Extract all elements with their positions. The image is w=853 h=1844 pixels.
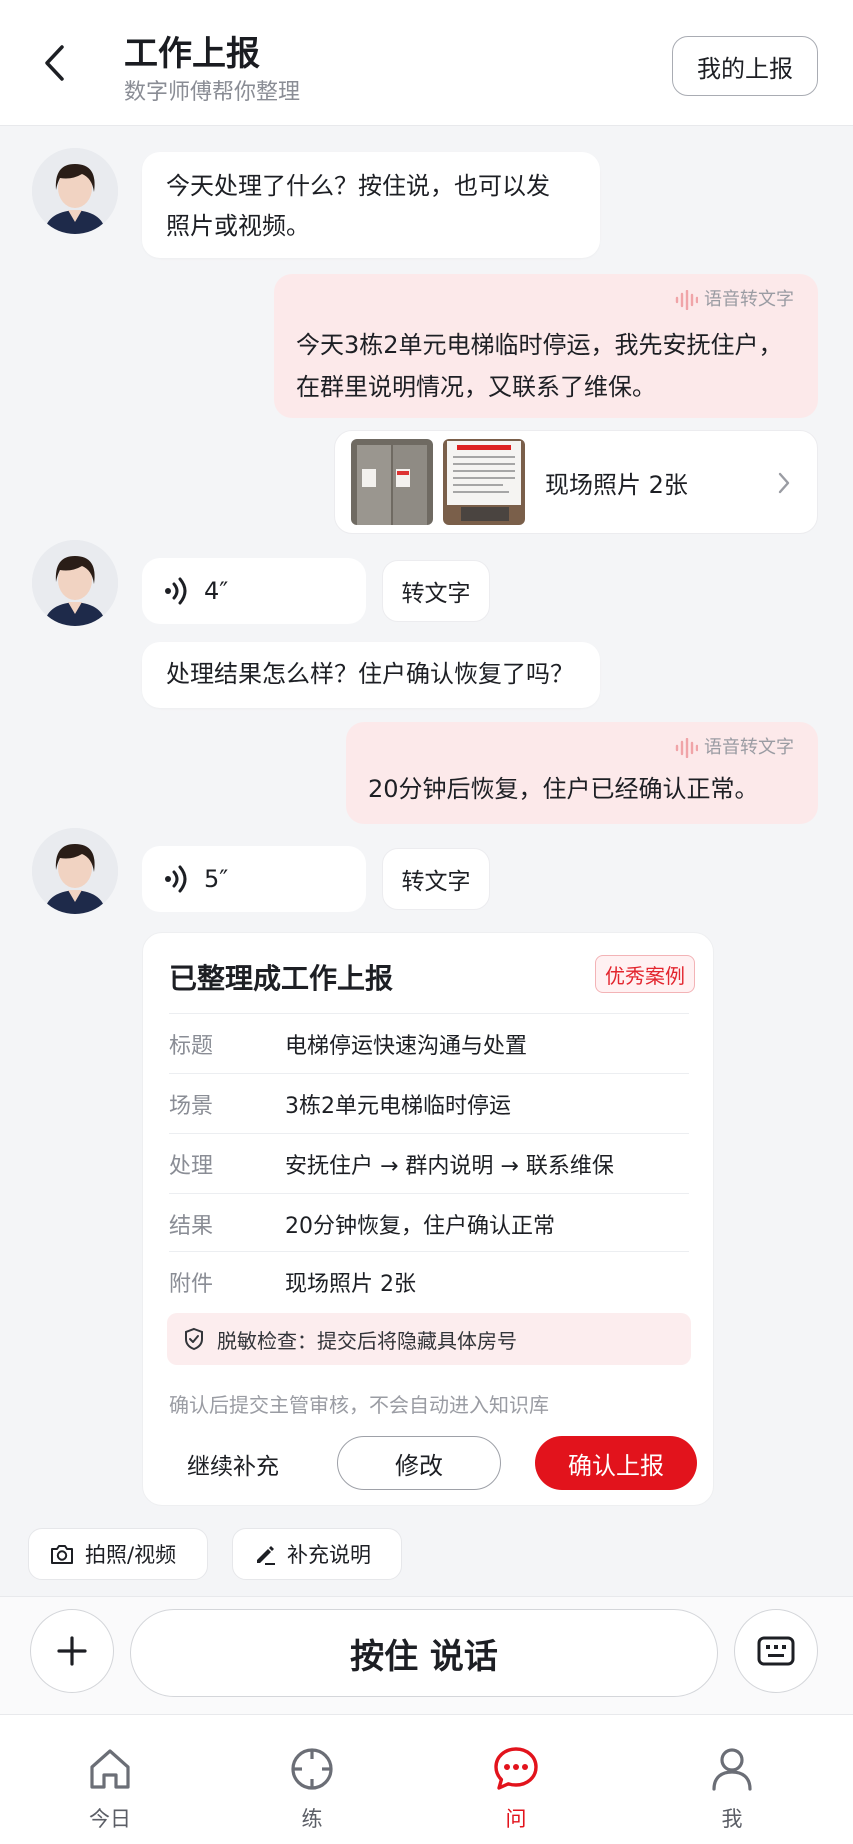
review-note: 确认后提交主管审核，不会自动进入知识库	[169, 1393, 549, 1417]
photo-count-label: 现场照片 2张	[545, 471, 688, 499]
to-text-button[interactable]: 转文字	[382, 848, 490, 910]
to-text-button[interactable]: 转文字	[382, 560, 490, 622]
continue-supplement-button[interactable]: 继续补充	[163, 1437, 303, 1491]
row-value: 现场照片 2张	[285, 1272, 416, 1297]
card-title: 已整理成工作上报	[169, 962, 394, 995]
assistant-message: 今天处理了什么？按住说，也可以发 照片或视频。	[142, 152, 600, 258]
report-row: 场景 3栋2单元电梯临时停运	[169, 1073, 689, 1131]
excellent-case-badge: 优秀案例	[595, 955, 695, 993]
keyboard-icon	[757, 1636, 795, 1666]
user-message: 语音转文字 20分钟后恢复，住户已经确认正常。	[346, 722, 818, 824]
add-button[interactable]	[30, 1609, 114, 1693]
bottom-tab-bar: 今日 练 问 我	[0, 1714, 853, 1844]
chevron-left-icon	[45, 45, 64, 81]
report-row: 处理 安抚住户 → 群内说明 → 联系维保	[169, 1133, 689, 1191]
plus-icon	[57, 1636, 87, 1666]
report-summary-card: 已整理成工作上报 优秀案例 标题 电梯停运快速沟通与处置 场景 3栋2单元电梯临…	[142, 932, 714, 1506]
report-row: 结果 20分钟恢复，住户确认正常	[169, 1193, 689, 1251]
waveform-icon	[675, 738, 698, 758]
tab-label: 我	[721, 1807, 743, 1831]
camera-icon	[51, 1545, 73, 1564]
input-bar: 按住 说话	[0, 1596, 853, 1714]
voice-message[interactable]: 4″	[142, 558, 366, 624]
voice-to-text-label: 语音转文字	[704, 289, 794, 310]
assistant-avatar	[32, 540, 118, 626]
tab-practice[interactable]: 练	[252, 1737, 372, 1837]
assistant-avatar	[32, 148, 118, 234]
row-key: 标题	[169, 1034, 214, 1059]
user-message: 语音转文字 今天3栋2单元电梯临时停运，我先安抚住户， 在群里说明情况，又联系了…	[274, 274, 818, 418]
report-row: 附件 现场照片 2张	[169, 1251, 689, 1309]
tab-label: 练	[301, 1807, 323, 1831]
row-value: 安抚住户 → 群内说明 → 联系维保	[285, 1154, 614, 1179]
target-icon	[291, 1748, 333, 1790]
row-key: 附件	[169, 1272, 214, 1297]
voice-duration: 5″	[204, 865, 229, 893]
privacy-check-notice: 脱敏检查：提交后将隐藏具体房号	[167, 1313, 691, 1365]
pen-icon	[257, 1546, 275, 1565]
privacy-text: 脱敏检查：提交后将隐藏具体房号	[217, 1328, 517, 1353]
tab-today[interactable]: 今日	[50, 1737, 170, 1837]
message-text: 处理结果怎么样？住户确认恢复了吗？	[166, 660, 574, 688]
keyboard-button[interactable]	[734, 1609, 818, 1693]
hold-to-talk-button[interactable]: 按住 说话	[130, 1609, 718, 1697]
report-row: 标题 电梯停运快速沟通与处置	[169, 1013, 689, 1071]
edit-button[interactable]: 修改	[337, 1436, 501, 1490]
user-icon	[712, 1748, 752, 1791]
supplement-note-chip[interactable]: 补充说明	[232, 1528, 402, 1580]
chip-label: 拍照/视频	[85, 1543, 177, 1567]
assistant-message: 处理结果怎么样？住户确认恢复了吗？	[142, 642, 600, 708]
row-value: 20分钟恢复，住户确认正常	[285, 1214, 555, 1239]
chip-label: 补充说明	[287, 1543, 371, 1567]
page-title: 工作上报	[124, 34, 260, 74]
home-icon	[90, 1749, 130, 1789]
page-subtitle: 数字师傅帮你整理	[124, 80, 301, 105]
tab-ask[interactable]: 问	[456, 1737, 576, 1837]
photo-thumbnail[interactable]	[351, 439, 433, 525]
voice-play-icon	[165, 577, 187, 605]
top-bar: 工作上报 数字师傅帮你整理 我的上报	[0, 0, 853, 126]
photo-attachment-card[interactable]: 现场照片 2张	[334, 430, 818, 534]
voice-to-text-label: 语音转文字	[704, 737, 794, 758]
chevron-right-icon	[778, 472, 790, 494]
confirm-report-button[interactable]: 确认上报	[535, 1436, 697, 1490]
assistant-avatar	[32, 828, 118, 914]
photo-thumbnail[interactable]	[443, 439, 525, 525]
message-text: 在群里说明情况，又联系了维保。	[296, 373, 656, 401]
voice-message[interactable]: 5″	[142, 846, 366, 912]
message-text: 20分钟后恢复，住户已经确认正常。	[368, 775, 759, 803]
message-text: 今天3栋2单元电梯临时停运，我先安抚住户，	[296, 331, 783, 359]
row-key: 处理	[169, 1154, 214, 1179]
voice-to-text-tag: 语音转文字	[674, 288, 794, 312]
my-reports-button[interactable]: 我的上报	[672, 36, 818, 96]
chat-icon	[494, 1747, 538, 1790]
tab-me[interactable]: 我	[672, 1737, 792, 1837]
voice-to-text-tag: 语音转文字	[674, 736, 794, 760]
row-value: 电梯停运快速沟通与处置	[285, 1034, 528, 1059]
back-button[interactable]	[34, 38, 74, 88]
row-key: 场景	[169, 1094, 214, 1119]
row-value: 3栋2单元电梯临时停运	[285, 1094, 511, 1119]
message-text: 照片或视频。	[166, 212, 310, 240]
tab-label: 今日	[89, 1807, 131, 1831]
photo-video-chip[interactable]: 拍照/视频	[28, 1528, 208, 1580]
waveform-icon	[675, 290, 698, 310]
voice-play-icon	[165, 865, 187, 893]
message-text: 今天处理了什么？按住说，也可以发	[166, 172, 550, 200]
shield-check-icon	[185, 1327, 203, 1351]
tab-label: 问	[505, 1807, 527, 1831]
voice-duration: 4″	[204, 577, 229, 605]
row-key: 结果	[169, 1214, 214, 1239]
